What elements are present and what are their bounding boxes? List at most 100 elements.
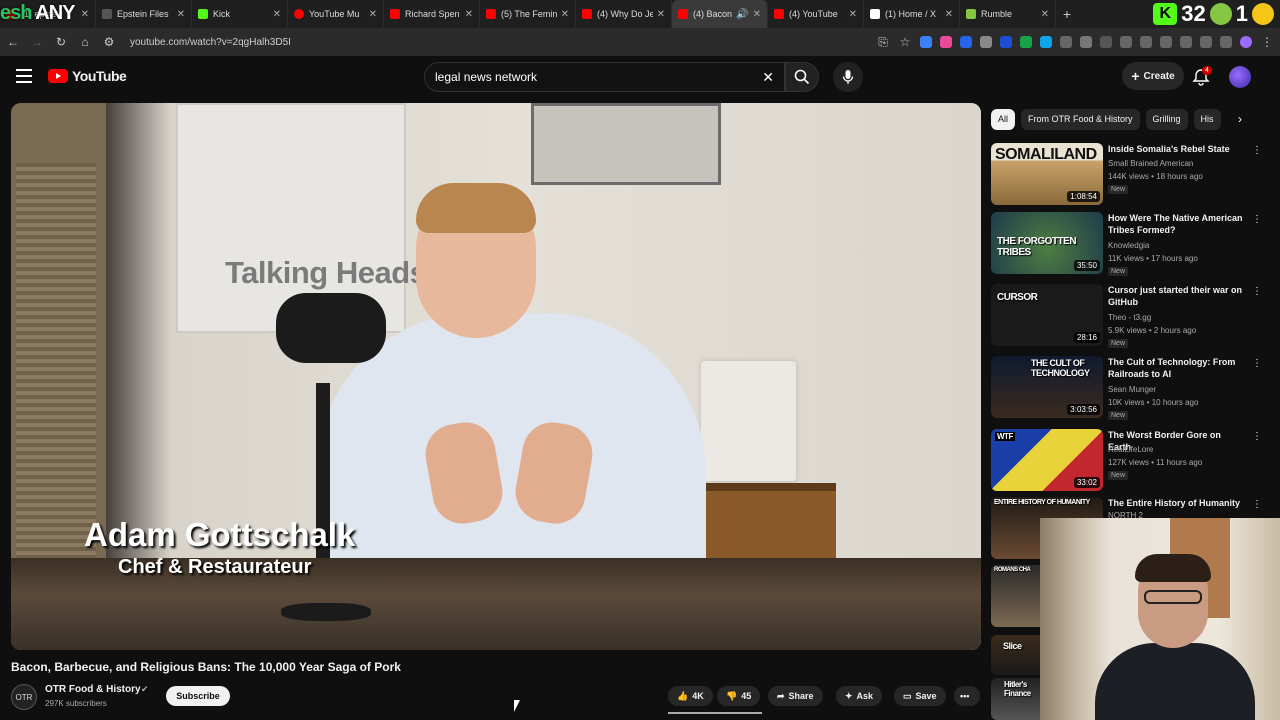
extension-icon[interactable] (1200, 36, 1212, 48)
save-button[interactable]: ▭ Save (894, 686, 946, 706)
forward-icon[interactable]: → (30, 35, 44, 49)
search-input[interactable]: legal news network ✕ (424, 62, 785, 92)
tab-close-icon[interactable]: ✕ (369, 9, 377, 20)
extension-icon[interactable] (1140, 36, 1152, 48)
tab-close-icon[interactable]: ✕ (273, 9, 281, 20)
tab-close-icon[interactable]: ✕ (465, 9, 473, 20)
partial-video-thumbnail[interactable]: Hitler's Finance (991, 678, 1041, 720)
chip-grilling[interactable]: Grilling (1145, 108, 1188, 130)
tab-close-icon[interactable]: ✕ (177, 9, 185, 20)
video-thumbnail[interactable]: CURSOR 28:16 (991, 284, 1103, 346)
recommendation-item[interactable]: THE FORGOTTEN TRIBES 35:50 How Were The N… (991, 212, 1262, 278)
sidebar-icon[interactable] (1180, 36, 1192, 48)
recommendation-item[interactable]: CURSOR 28:16 Cursor just started their wa… (991, 284, 1262, 350)
subscribe-button[interactable]: Subscribe (166, 686, 230, 706)
share-button[interactable]: ➦ Share (768, 686, 823, 706)
extension-icon[interactable] (1220, 36, 1232, 48)
tab-close-icon[interactable]: ✕ (1041, 9, 1049, 20)
browser-tab[interactable]: Kick ✕ (192, 0, 288, 28)
browser-tab[interactable]: Epstein Files ✕ (96, 0, 192, 28)
search-icon (794, 69, 810, 85)
extension-icon[interactable] (1080, 36, 1092, 48)
profile-icon[interactable] (1240, 36, 1252, 48)
channel-avatar[interactable]: OTR (11, 684, 37, 710)
video-player[interactable]: Talking Heads Adam Gottschalk Chef & Res… (11, 103, 981, 650)
more-actions-button[interactable]: ••• (954, 686, 980, 706)
create-button[interactable]: + Create (1122, 62, 1184, 90)
video-thumbnail[interactable]: THE CULT OF TECHNOLOGY 3:03:56 (991, 356, 1103, 418)
url-field[interactable]: youtube.com/watch?v=2qgHalh3D5I (126, 37, 746, 48)
recommendation-item[interactable]: SOMALILAND 1:08:54 Inside Somalia's Rebel… (991, 143, 1262, 209)
partial-video-thumbnail[interactable]: Slice (991, 635, 1041, 675)
browser-tab[interactable]: Rumble ✕ (960, 0, 1056, 28)
video-thumbnail[interactable]: SOMALILAND 1:08:54 (991, 143, 1103, 205)
browser-tab[interactable]: (4) YouTube ✕ (768, 0, 864, 28)
clear-search-icon[interactable]: ✕ (762, 69, 774, 86)
tab-favicon-icon (102, 9, 112, 19)
menu-hamburger-icon[interactable] (16, 69, 32, 83)
tab-audio-icon[interactable]: 🔊 (736, 9, 748, 20)
youtube-logo[interactable]: YouTube (48, 68, 127, 84)
dislike-button[interactable]: 👎 45 (717, 686, 761, 706)
partial-video-thumbnail[interactable]: ROMANS CHA (991, 565, 1041, 627)
extension-icon[interactable] (1040, 36, 1052, 48)
extension-icon[interactable] (960, 36, 972, 48)
home-icon[interactable]: ⌂ (78, 35, 92, 49)
extension-icon[interactable] (1000, 36, 1012, 48)
recommendation-item[interactable]: THE CULT OF TECHNOLOGY 3:03:56 The Cult o… (991, 356, 1262, 422)
tab-close-icon[interactable]: ✕ (657, 9, 665, 20)
bookmark-star-icon[interactable]: ☆ (898, 35, 912, 49)
recommendation-channel[interactable]: Knowledgia (1108, 241, 1149, 250)
devtools-icon[interactable] (1160, 36, 1172, 48)
tab-close-icon[interactable]: ✕ (753, 9, 761, 20)
browser-tab[interactable]: (1) Home / X ✕ (864, 0, 960, 28)
more-vert-icon[interactable]: ⋮ (1252, 499, 1262, 510)
chip-all[interactable]: All (991, 108, 1016, 130)
tab-close-icon[interactable]: ✕ (561, 9, 569, 20)
extension-icon[interactable] (980, 36, 992, 48)
more-vert-icon[interactable]: ⋮ (1252, 214, 1262, 225)
recommendation-item[interactable]: WTF 33:02 The Worst Border Gore on Earth … (991, 429, 1262, 495)
recommendation-channel[interactable]: Small Brained American (1108, 159, 1193, 168)
back-icon[interactable]: ← (6, 35, 20, 49)
account-avatar[interactable] (1229, 66, 1251, 88)
new-tab-button[interactable]: + (1056, 6, 1078, 22)
recommendation-channel[interactable]: Theo - t3.gg (1108, 313, 1151, 322)
video-thumbnail[interactable]: WTF 33:02 (991, 429, 1103, 491)
browser-tab[interactable]: Richard Spen ✕ (384, 0, 480, 28)
duration-badge: 33:02 (1073, 477, 1100, 488)
voice-search-button[interactable] (833, 62, 863, 92)
extension-icon[interactable] (1060, 36, 1072, 48)
like-button[interactable]: 👍 4K (668, 686, 713, 706)
browser-tab[interactable]: (5) The Femin ✕ (480, 0, 576, 28)
site-info-icon[interactable]: ⚙ (102, 35, 116, 49)
browser-tab[interactable]: (4) Why Do Je ✕ (576, 0, 672, 28)
extension-icon[interactable] (1100, 36, 1112, 48)
tab-close-icon[interactable]: ✕ (849, 9, 857, 20)
tab-close-icon[interactable]: ✕ (81, 9, 89, 20)
extension-icon[interactable] (940, 36, 952, 48)
more-vert-icon[interactable]: ⋮ (1252, 286, 1262, 297)
more-vert-icon[interactable]: ⋮ (1252, 431, 1262, 442)
reload-icon[interactable]: ↻ (54, 35, 68, 49)
recommendation-channel[interactable]: Sean Munger (1108, 385, 1156, 394)
extension-icon[interactable] (920, 36, 932, 48)
recommendation-channel[interactable]: RealLifeLore (1108, 445, 1153, 454)
browser-tab[interactable]: YouTube Mu ✕ (288, 0, 384, 28)
chevron-right-icon[interactable]: › (1238, 112, 1242, 126)
browser-tab-active[interactable]: (4) Bacon 🔊 ✕ (672, 0, 768, 28)
channel-name[interactable]: OTR Food & History (45, 684, 141, 695)
new-badge: New (1108, 185, 1129, 194)
search-button[interactable] (785, 62, 819, 92)
browser-menu-icon[interactable]: ⋮ (1260, 35, 1274, 49)
tab-close-icon[interactable]: ✕ (945, 9, 953, 20)
video-thumbnail[interactable]: THE FORGOTTEN TRIBES 35:50 (991, 212, 1103, 274)
ask-button[interactable]: ✦ Ask (836, 686, 883, 706)
chip-history[interactable]: His (1193, 108, 1221, 130)
more-vert-icon[interactable]: ⋮ (1252, 358, 1262, 369)
history-icon[interactable] (1120, 36, 1132, 48)
install-icon[interactable]: ⎘ (876, 35, 890, 50)
more-vert-icon[interactable]: ⋮ (1252, 145, 1262, 156)
chip-from-channel[interactable]: From OTR Food & History (1021, 108, 1140, 130)
extension-icon[interactable] (1020, 36, 1032, 48)
